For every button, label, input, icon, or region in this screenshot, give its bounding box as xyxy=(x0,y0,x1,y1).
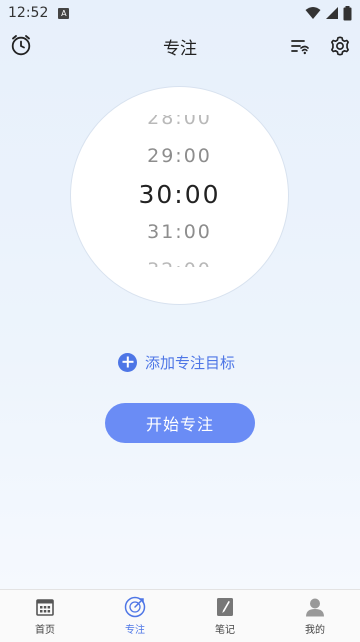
notebook-icon xyxy=(214,596,236,618)
nav-label: 专注 xyxy=(125,625,145,636)
top-bar: 专注 xyxy=(0,28,360,64)
calendar-icon xyxy=(34,596,56,618)
wifi-icon xyxy=(305,7,321,19)
status-time: 12:52 xyxy=(8,5,49,21)
picker-option[interactable]: 29:00 xyxy=(71,145,288,167)
picker-option[interactable]: 32:00 xyxy=(71,257,288,267)
nav-item-notes[interactable]: 笔记 xyxy=(180,590,270,642)
start-focus-button[interactable]: 开始专注 xyxy=(105,403,255,443)
picker-option[interactable]: 31:00 xyxy=(71,221,288,243)
nav-label: 我的 xyxy=(305,625,325,636)
picker-selected-option[interactable]: 30:00 xyxy=(71,180,288,209)
bottom-navigation: 首页 专注 笔记 我的 xyxy=(0,589,360,642)
sound-settings-icon xyxy=(291,40,309,55)
notification-badge-icon: A xyxy=(58,7,70,19)
duration-picker[interactable]: 28:00 29:00 30:00 31:00 32:00 xyxy=(70,86,289,305)
nav-item-profile[interactable]: 我的 xyxy=(270,590,360,642)
picker-option[interactable]: 28:00 xyxy=(71,115,288,127)
add-focus-goal-label: 添加专注目标 xyxy=(145,353,236,372)
nav-label: 首页 xyxy=(35,625,55,636)
person-icon xyxy=(304,596,326,618)
gear-icon xyxy=(331,36,349,56)
focus-target-icon xyxy=(124,596,146,618)
nav-label: 笔记 xyxy=(215,625,235,636)
status-bar: 12:52 A xyxy=(0,0,360,26)
cellular-signal-icon xyxy=(326,7,338,19)
nav-item-focus[interactable]: 专注 xyxy=(90,590,180,642)
battery-icon xyxy=(343,5,352,20)
settings-button[interactable] xyxy=(328,34,352,58)
nav-item-home[interactable]: 首页 xyxy=(0,590,90,642)
add-focus-goal-button[interactable]: 添加专注目标 xyxy=(118,350,235,374)
white-noise-button[interactable] xyxy=(288,34,312,58)
add-circle-icon xyxy=(118,352,137,372)
